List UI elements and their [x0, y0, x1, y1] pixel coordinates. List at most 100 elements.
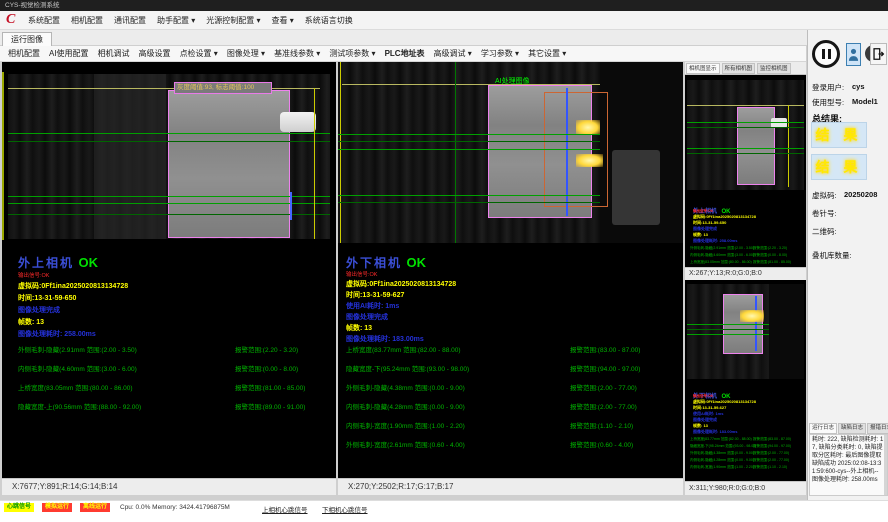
log-text: 耗时: 222, 缺陷检测耗时: 17, 缺陷分类耗时: 0, 缺陷提取分区耗时… — [812, 436, 884, 484]
toolbar-item[interactable]: 学习参数 ▾ — [481, 48, 519, 59]
overlay-green-line — [8, 133, 330, 134]
exit-button[interactable] — [870, 43, 887, 65]
heartbeat-indicator: 心跳信号 — [4, 503, 34, 512]
overlay-green-line — [687, 122, 804, 123]
tool-bar: 相机配置 AI使用配置 相机调试 高级设置 点检设置 ▾ 图像处理 ▾ 基准线参… — [0, 46, 806, 62]
measurement-value: 内侧毛刺-隐藏(4.28mm 范围:(0.00 - 9.00) — [346, 401, 465, 411]
app-statusbar: 心跳信号 模拟运行 离线运行 Cpu: 0.0% Memory: 3424.41… — [0, 500, 888, 522]
toolbar-item[interactable]: 测试项参数 ▾ — [329, 48, 375, 59]
lower-camera-heartbeat: 下相机心跳信号 — [322, 504, 368, 514]
measurement-alarm: 报警范围:(94.00 - 97.00) — [570, 363, 640, 373]
measurement-mini: 外侧毛刺-隐藏(2.91mm 范围:(2.00 - 3.50) — [690, 246, 754, 251]
ai-time-line: 使用AI耗时: 1ms — [346, 301, 399, 311]
barcode-line: 虚拟码:0Ff1ina2025020813134728 — [18, 281, 128, 291]
thumb-tab[interactable]: 监控相机图 — [757, 63, 791, 74]
camera-view-upper[interactable]: 灰度阈值:93, 标志阈值:100 外上相机 OK 输出信号:OK 虚拟码:0F… — [2, 62, 336, 495]
virtual-code-value: 20250208 — [844, 190, 877, 199]
measurement-alarm: 报警范围:(83.00 - 87.00) — [570, 344, 640, 354]
overlay-green-line — [8, 196, 330, 197]
overlay-green-line — [338, 141, 600, 142]
frames-line: 帧数: 13 — [346, 323, 372, 333]
window-title: CYS-视觉检测系统 — [5, 2, 60, 9]
elapsed-mini: 图像处理耗时: 183.00ms — [693, 429, 737, 435]
menu-item[interactable]: 助手配置 ▾ — [157, 15, 195, 26]
pause-button[interactable] — [812, 40, 840, 68]
overlay-green-line — [687, 329, 769, 330]
toolbar-item[interactable]: 相机调试 — [98, 48, 130, 59]
overlay-edge-line — [2, 72, 4, 240]
toolbar-item[interactable]: AI使用配置 — [49, 48, 89, 59]
process-done-line: 图像处理完成 — [18, 305, 60, 315]
menu-item[interactable]: 查看 ▾ — [272, 15, 294, 26]
result-indicator-upper: 结 果 — [811, 122, 867, 148]
toolbar-item[interactable]: 高级调试 ▾ — [434, 48, 472, 59]
toolbar-item[interactable]: 基准线参数 ▾ — [274, 48, 320, 59]
measurement-alarm: 报警范围:(1.10 - 2.10) — [570, 420, 633, 430]
log-area: 耗时: 222, 缺陷检测耗时: 17, 缺陷分类耗时: 0, 缺陷提取分区耗时… — [809, 434, 888, 496]
stock-count-label: 叠机库数量: — [812, 250, 852, 261]
log-tab[interactable]: 运行日志 — [809, 423, 837, 434]
menu-bar: 系统配置 相机配置 通讯配置 助手配置 ▾ 光源控制配置 ▾ 查看 ▾ 系统语言… — [0, 11, 888, 30]
measurement-mini: 外侧毛刺-隐藏(4.38mm 范围:(0.00 - 9.00) — [690, 451, 754, 456]
image-dark-region — [769, 284, 804, 379]
measurement-alarm: 报警范围:(0.00 - 8.00) — [235, 363, 298, 373]
measurement-mini: 报警范围:(0.00 - 8.00) — [753, 253, 787, 258]
measurement-alarm: 报警范围:(2.20 - 3.20) — [235, 344, 298, 354]
measurement-value: 上桥宽度(83.05mm 范围:(80.00 - 86.00) — [18, 382, 133, 392]
measurement-mini: 报警范围:(81.00 - 85.00) — [753, 260, 791, 265]
thumb-tab[interactable]: 相机图显示 — [686, 63, 720, 74]
frames-line: 帧数: 13 — [18, 317, 44, 327]
weld-highlight — [576, 154, 603, 167]
measurement-mini: 上桥宽度(83.77mm 范围:(82.00 - 88.00) — [690, 437, 752, 442]
toolbar-item[interactable]: 点检设置 ▾ — [180, 48, 218, 59]
overlay-yellow-hline — [687, 105, 804, 106]
toolbar-item[interactable]: 其它设置 ▾ — [528, 48, 566, 59]
overlay-blue-mark — [290, 192, 292, 220]
virtual-code-label: 虚拟码: — [812, 190, 837, 201]
log-scrollbar[interactable] — [884, 435, 887, 495]
toolbar-item[interactable]: 高级设置 — [139, 48, 171, 59]
right-control-panel: 登录用户: cys 使用型号: Model1 总结果: 结 果 结 果 虚拟码:… — [807, 30, 888, 508]
model-label: 使用型号: — [812, 97, 844, 108]
weld-highlight — [576, 120, 600, 135]
user-icon — [848, 47, 859, 62]
toolbar-item-plc[interactable]: PLC地址表 — [385, 48, 425, 59]
barcode-line: 虚拟码:0Ff1ina2025020813134728 — [346, 279, 456, 289]
window-titlebar: CYS-视觉检测系统 — [0, 0, 888, 11]
process-time-line: 图像处理耗时: 183.00ms — [346, 334, 424, 344]
menu-item[interactable]: 通讯配置 — [114, 15, 146, 26]
log-tab[interactable]: 缺陷日志 — [838, 423, 866, 434]
menu-item[interactable]: 系统配置 — [28, 15, 60, 26]
measurement-mini: 上桥宽度(83.05mm 范围:(80.00 - 86.00) — [690, 260, 752, 265]
thumbnail-column: 相机图显示 所有相机图 监控相机图 外上相机 OK 输出信号:OK 虚拟码:0F… — [685, 62, 806, 495]
overlay-yellow-vline — [340, 62, 341, 243]
camera-view-lower[interactable]: AI处理图像 外下相机 OK 输出信号:OK 虚拟码:0Ff1ina202502… — [338, 62, 683, 495]
thumb-tab[interactable]: 所有相机图 — [722, 63, 756, 74]
app-logo-icon: C — [6, 12, 15, 28]
overlay-green-line — [687, 324, 769, 325]
measurement-alarm: 报警范围:(81.00 - 85.00) — [235, 382, 305, 392]
thumb-tab-strip: 相机图显示 所有相机图 监控相机图 — [685, 62, 806, 75]
toolbar-item[interactable]: 图像处理 ▾ — [227, 48, 265, 59]
overlay-yellow-vline — [314, 88, 315, 239]
exit-icon — [872, 47, 885, 61]
overlay-green-line — [8, 141, 330, 142]
measurement-alarm: 报警范围:(89.00 - 91.00) — [235, 401, 305, 411]
tab-run-image[interactable]: 运行图像 — [2, 32, 52, 46]
log-tab[interactable]: 报错日志 — [867, 423, 888, 434]
overlay-green-line — [687, 127, 804, 128]
menu-item[interactable]: 光源控制配置 ▾ — [206, 15, 260, 26]
measurement-value: 外侧毛刺-宽度(2.61mm 范围:(0.60 - 4.00) — [346, 439, 465, 449]
time-line: 时间:13-31-59-627 — [346, 290, 404, 300]
coords-thumb-upper: X:267;Y:13;R:0;G:0;B:0 — [685, 267, 806, 280]
user-switch-button[interactable] — [846, 43, 861, 66]
overlay-green-line — [687, 153, 804, 154]
menu-item[interactable]: 相机配置 — [71, 15, 103, 26]
overlay-green-line — [338, 202, 600, 203]
measurement-mini: 报警范围:(94.00 - 97.00) — [753, 444, 791, 449]
overlay-green-vline — [455, 62, 456, 243]
coords-thumb-lower: X:311;Y:980;R:0;G:0;B:0 — [685, 481, 806, 495]
menu-item[interactable]: 系统语言切换 — [305, 15, 353, 26]
toolbar-item[interactable]: 相机配置 — [8, 48, 40, 59]
measurement-alarm: 报警范围:(0.60 - 4.00) — [570, 439, 633, 449]
